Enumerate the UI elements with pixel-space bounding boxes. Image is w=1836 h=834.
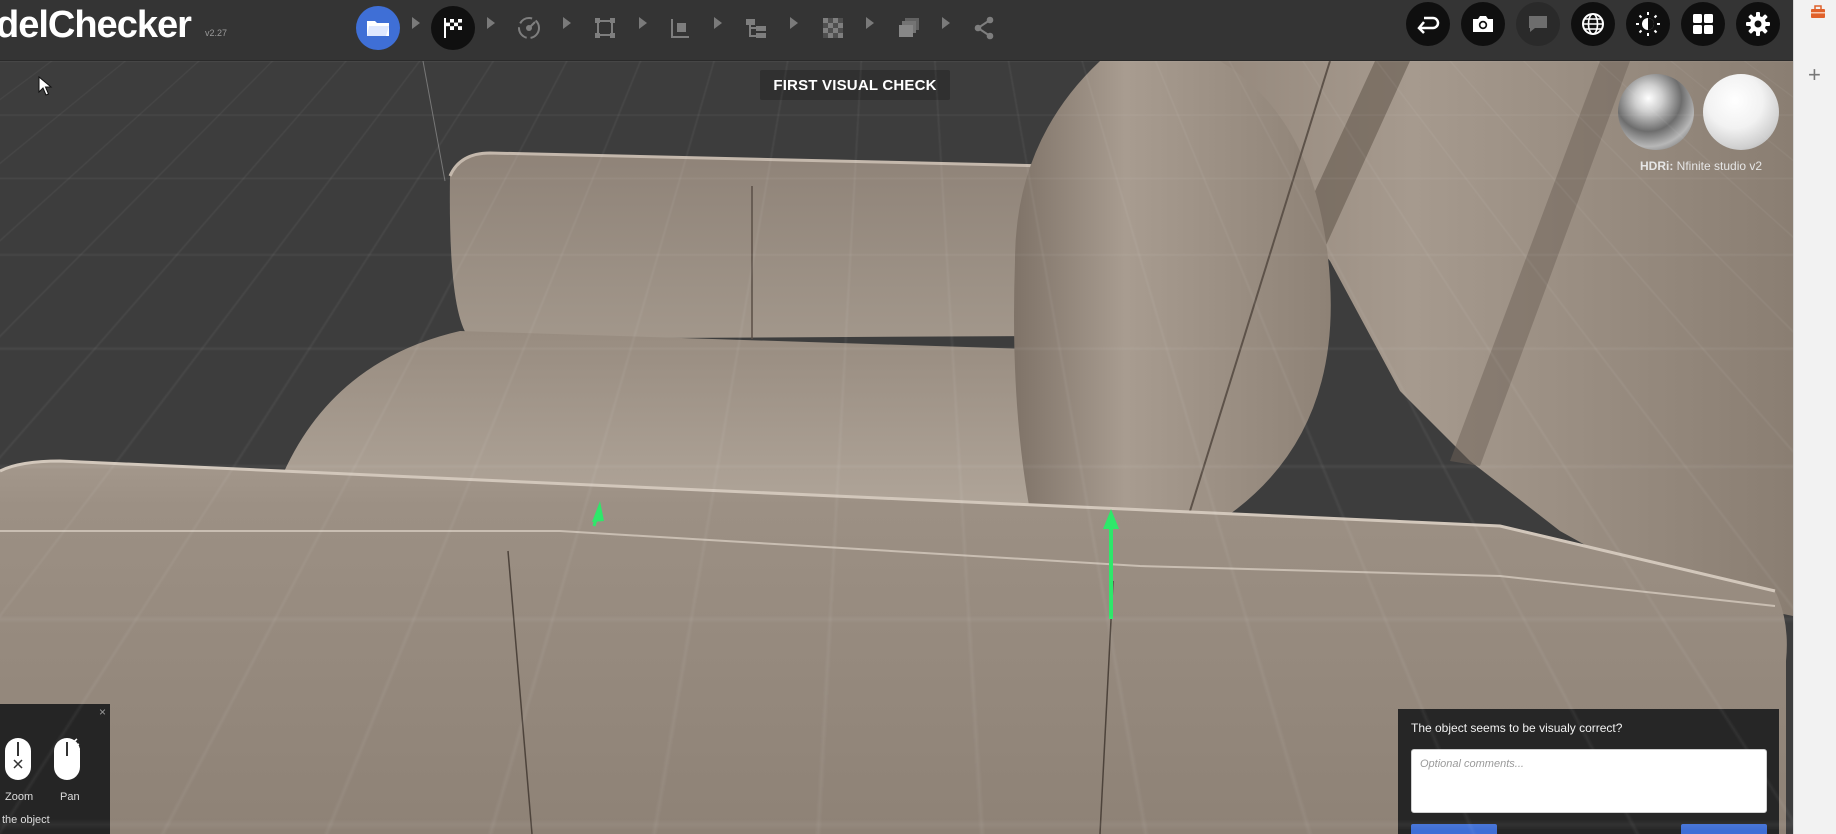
step-share[interactable] bbox=[962, 6, 1006, 50]
step-bounds[interactable] bbox=[583, 6, 627, 50]
app-logo: delChecker bbox=[0, 4, 192, 46]
model-checker-app: delChecker v2.27 FIRST VISUAL CHECK HDRi… bbox=[0, 0, 1836, 834]
checker-texture-icon bbox=[823, 18, 843, 38]
pan-label: Pan bbox=[60, 791, 80, 803]
mouse-cursor-icon bbox=[38, 76, 53, 96]
step-separator-arrow bbox=[942, 17, 950, 29]
chrome-sphere-preview[interactable] bbox=[1618, 74, 1694, 150]
step-visual-check[interactable] bbox=[431, 6, 475, 50]
zoom-mouse-icon bbox=[5, 738, 31, 780]
visual-check-panel: The object seems to be visualy correct? bbox=[1398, 709, 1779, 834]
reject-button[interactable] bbox=[1411, 824, 1497, 834]
settings-button[interactable] bbox=[1736, 2, 1780, 46]
globe-icon bbox=[1582, 13, 1604, 35]
toolbox-icon[interactable] bbox=[1810, 5, 1826, 19]
optional-comments-input[interactable] bbox=[1411, 749, 1767, 813]
step-hierarchy[interactable] bbox=[734, 6, 778, 50]
accept-button[interactable] bbox=[1681, 824, 1767, 834]
pivot-icon bbox=[671, 19, 689, 38]
zoom-label: Zoom bbox=[5, 791, 34, 803]
step-pivot[interactable] bbox=[658, 6, 702, 50]
help-hint-text: the object bbox=[2, 814, 50, 826]
step-separator-arrow bbox=[866, 17, 874, 29]
layers-icon bbox=[899, 18, 919, 37]
return-button[interactable] bbox=[1406, 2, 1450, 46]
screenshot-button[interactable] bbox=[1461, 2, 1505, 46]
add-panel-button[interactable]: + bbox=[1808, 64, 1821, 86]
comments-button[interactable] bbox=[1516, 2, 1560, 46]
close-help-button[interactable]: × bbox=[99, 705, 106, 719]
3d-viewport[interactable]: FIRST VISUAL CHECK HDRi: Nfinite studio … bbox=[0, 61, 1793, 834]
exposure-icon bbox=[1636, 12, 1660, 36]
step-load-folder[interactable] bbox=[356, 6, 400, 50]
gear-icon bbox=[1746, 12, 1770, 36]
top-bar: delChecker v2.27 bbox=[0, 0, 1793, 61]
return-icon bbox=[1417, 16, 1440, 34]
comment-icon bbox=[1529, 16, 1547, 32]
side-panel bbox=[1793, 0, 1836, 834]
lighting-button[interactable] bbox=[1626, 2, 1670, 46]
step-separator-arrow bbox=[639, 17, 647, 29]
step-uv[interactable] bbox=[811, 6, 855, 50]
matte-sphere-preview[interactable] bbox=[1703, 74, 1779, 150]
step-rig[interactable] bbox=[507, 6, 551, 50]
share-icon bbox=[974, 16, 994, 40]
visual-check-question: The object seems to be visualy correct? bbox=[1411, 721, 1623, 735]
bounding-box-icon bbox=[595, 18, 615, 38]
step-separator-arrow bbox=[714, 17, 722, 29]
checkered-flag-icon bbox=[444, 18, 462, 38]
layout-button[interactable] bbox=[1681, 2, 1725, 46]
step-materials[interactable] bbox=[887, 6, 931, 50]
hdri-label: HDRi: Nfinite studio v2 bbox=[1640, 159, 1763, 173]
folder-icon bbox=[367, 21, 389, 36]
environment-button[interactable] bbox=[1571, 2, 1615, 46]
hierarchy-icon bbox=[746, 19, 766, 38]
stage-title: FIRST VISUAL CHECK bbox=[760, 70, 950, 100]
step-separator-arrow bbox=[487, 17, 495, 29]
pan-mouse-icon bbox=[54, 738, 81, 780]
grid-layout-icon bbox=[1693, 14, 1713, 34]
app-version: v2.27 bbox=[205, 28, 228, 38]
step-separator-arrow bbox=[563, 17, 571, 29]
hdri-value: Nfinite studio v2 bbox=[1676, 159, 1763, 173]
gizmo-icon bbox=[518, 17, 540, 39]
step-separator-arrow bbox=[412, 17, 420, 29]
step-separator-arrow bbox=[790, 17, 798, 29]
navigation-help-panel: × Zoom Pan the object bbox=[0, 704, 110, 834]
camera-icon bbox=[1473, 16, 1493, 32]
